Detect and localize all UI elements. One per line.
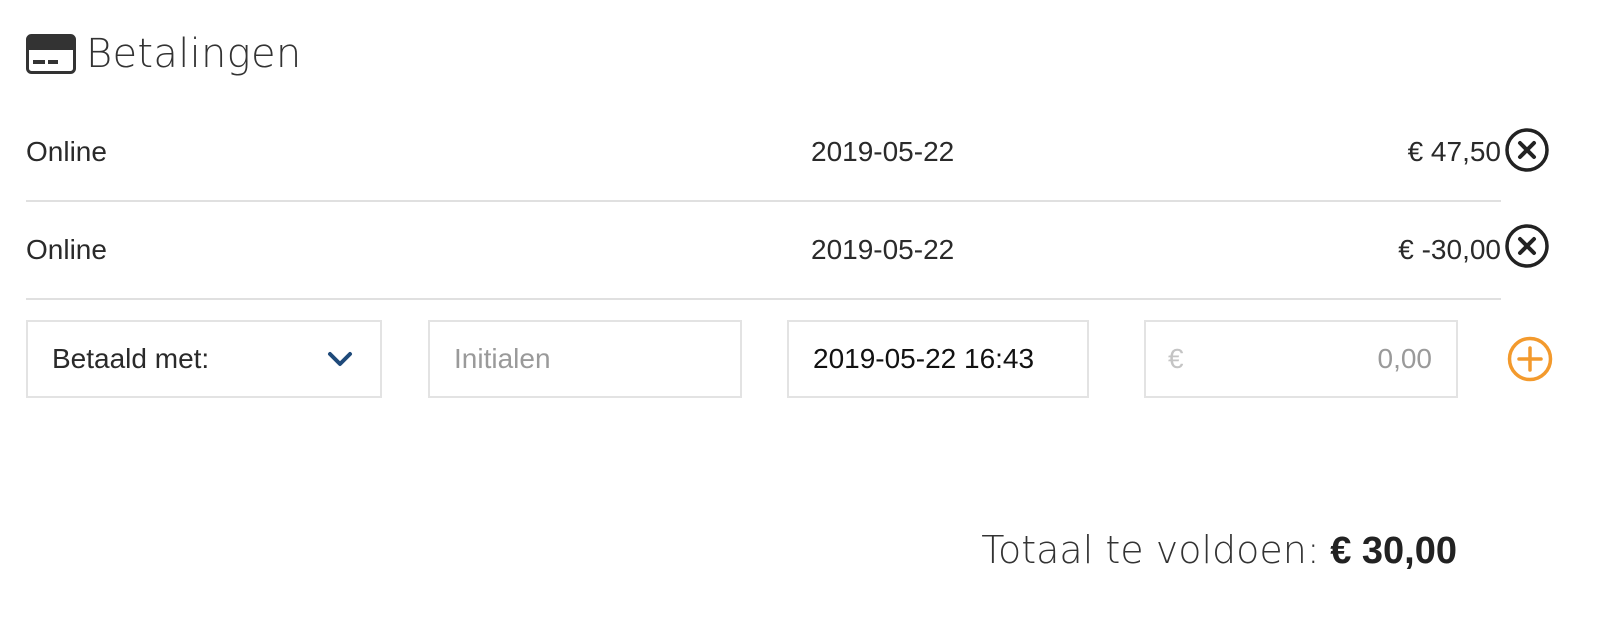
payment-date: 2019-05-22	[811, 136, 955, 167]
total-value: € 30,00	[1330, 530, 1457, 572]
close-circle-icon	[1505, 224, 1549, 268]
new-payment-form: Betaald met: €	[26, 320, 1600, 402]
payment-method-select[interactable]: Betaald met:	[26, 320, 382, 398]
remove-payment-button[interactable]	[1504, 223, 1550, 269]
amount-field-wrapper: €	[1144, 320, 1458, 398]
page-title: Betalingen	[86, 31, 302, 77]
initials-field-wrapper	[428, 320, 742, 398]
section-header: Betalingen	[26, 26, 302, 82]
close-circle-icon	[1505, 128, 1549, 172]
initials-input[interactable]	[430, 322, 740, 396]
plus-circle-icon	[1507, 336, 1553, 382]
payment-row: Online 2019-05-22 € 47,50	[26, 104, 1501, 202]
payment-method: Online	[26, 136, 107, 167]
add-payment-button[interactable]	[1506, 335, 1554, 383]
datetime-input[interactable]	[789, 322, 1087, 396]
payment-row: Online 2019-05-22 € -30,00	[26, 202, 1501, 300]
total-due: Totaal te voldoen: € 30,00	[981, 522, 1457, 578]
row-divider	[26, 298, 1501, 300]
amount-input[interactable]	[1146, 322, 1456, 396]
total-label: Totaal te voldoen:	[981, 528, 1320, 572]
credit-card-icon	[26, 34, 76, 74]
remove-payment-button[interactable]	[1504, 127, 1550, 173]
chevron-down-icon	[328, 352, 352, 366]
payment-method-select-label: Betaald met:	[52, 343, 210, 374]
payment-amount: € -30,00	[1398, 234, 1501, 265]
payment-date: 2019-05-22	[811, 234, 955, 265]
payments-list: Online 2019-05-22 € 47,50 Online 2019-05…	[26, 104, 1501, 300]
payment-amount: € 47,50	[1407, 136, 1501, 167]
datetime-field-wrapper	[787, 320, 1089, 398]
payment-method: Online	[26, 234, 107, 265]
